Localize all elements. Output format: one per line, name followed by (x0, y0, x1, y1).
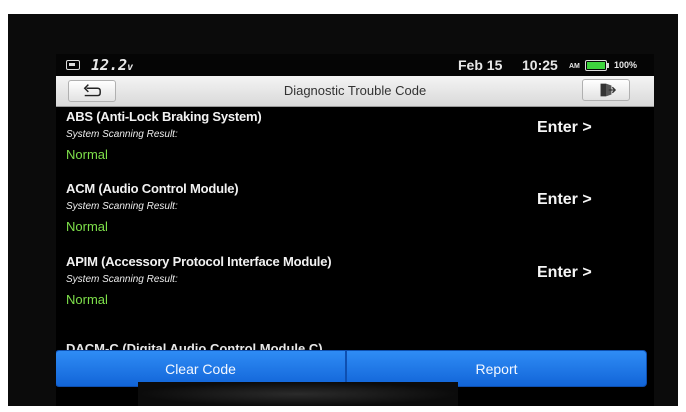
device-screen: 12.2v Feb 15 10:25 AM 100% Diagnostic Tr… (56, 54, 654, 406)
module-subtitle: System Scanning Result: (66, 201, 178, 212)
module-name: ABS (Anti-Lock Braking System) (66, 109, 262, 124)
exit-button[interactable] (582, 79, 630, 101)
enter-button[interactable]: Enter > (537, 264, 592, 282)
module-result: Normal (66, 219, 108, 234)
status-ampm: AM (569, 63, 580, 70)
enter-button[interactable]: Enter > (537, 119, 592, 137)
page-title: Diagnostic Trouble Code (283, 83, 427, 98)
module-result: Normal (66, 292, 108, 307)
voltage-readout: 12.2v (91, 56, 133, 74)
back-button[interactable] (68, 80, 116, 102)
battery-fill (587, 62, 605, 69)
module-subtitle: System Scanning Result: (66, 274, 178, 285)
bezel-reflection (138, 382, 458, 406)
battery-percent: 100% (614, 60, 638, 70)
module-subtitle: System Scanning Result: (66, 129, 178, 140)
status-date: Feb 15 (458, 57, 503, 73)
back-arrow-icon (83, 84, 101, 97)
module-name: ACM (Audio Control Module) (66, 181, 239, 196)
vehicle-battery-icon (66, 60, 80, 70)
battery-cap (607, 63, 609, 68)
module-list: ABS (Anti-Lock Braking System) System Sc… (56, 107, 654, 365)
battery-icon (585, 60, 607, 71)
list-item: ACM (Audio Control Module) System Scanni… (56, 181, 654, 253)
exit-door-icon (600, 83, 617, 97)
list-item: APIM (Accessory Protocol Interface Modul… (56, 254, 654, 326)
status-bar: 12.2v Feb 15 10:25 AM 100% (56, 54, 654, 76)
enter-button[interactable]: Enter > (537, 191, 592, 209)
module-result: Normal (66, 147, 108, 162)
voltage-value: 12.2 (91, 56, 128, 74)
title-bar: Diagnostic Trouble Code (56, 76, 654, 107)
voltage-unit: v (127, 62, 134, 73)
status-time: 10:25 (522, 57, 558, 73)
module-name: APIM (Accessory Protocol Interface Modul… (66, 254, 332, 269)
device-bezel: 12.2v Feb 15 10:25 AM 100% Diagnostic Tr… (8, 14, 678, 406)
list-item: ABS (Anti-Lock Braking System) System Sc… (56, 109, 654, 181)
